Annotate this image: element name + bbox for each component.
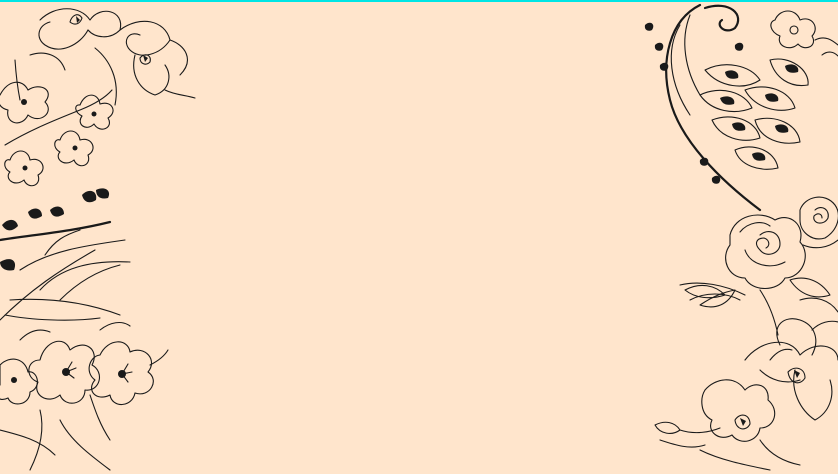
- leaf-sprig-icon: [0, 188, 131, 321]
- floral-border-art: [0, 3, 838, 471]
- rose-icon: [679, 196, 838, 336]
- lily-icon: [654, 318, 838, 471]
- peacock-feather-icon: [644, 3, 809, 212]
- orchid-icon: [29, 8, 196, 106]
- blossom-icon: [770, 10, 838, 57]
- hibiscus-icon: [0, 321, 169, 471]
- blossom-icon: [0, 59, 114, 187]
- page-background: [0, 0, 838, 474]
